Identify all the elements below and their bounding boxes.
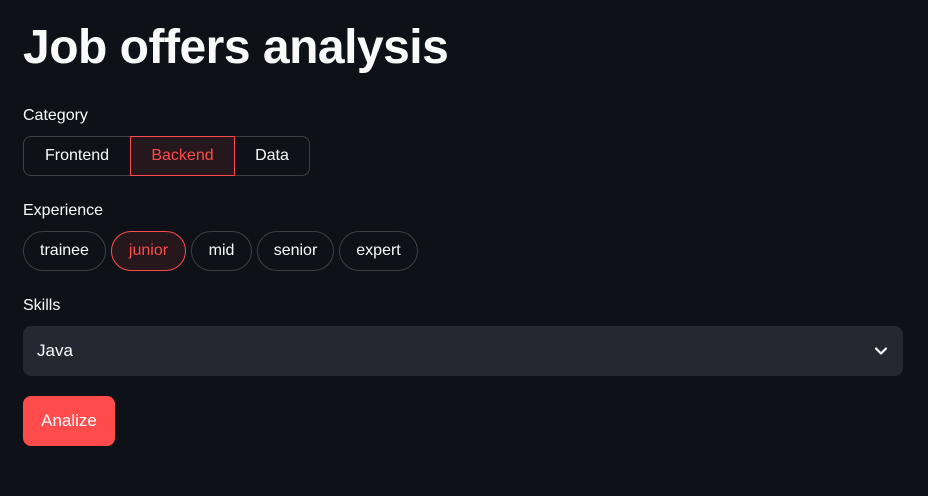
experience-pills: trainee junior mid senior expert [23,231,418,271]
experience-pill-senior[interactable]: senior [257,231,334,271]
experience-pill-junior[interactable]: junior [111,231,186,271]
experience-pill-expert[interactable]: expert [339,231,418,271]
chevron-down-icon[interactable] [873,343,889,359]
analyze-button[interactable]: Analize [23,396,115,446]
skills-select[interactable]: Java [23,326,903,376]
experience-pill-mid[interactable]: mid [191,231,252,271]
experience-label: Experience [23,202,104,219]
category-option-backend[interactable]: Backend [130,136,235,176]
category-segmented-control: Frontend Backend Data [23,136,310,176]
category-label: Category [23,107,88,124]
experience-pill-trainee[interactable]: trainee [23,231,106,271]
page-title: Job offers analysis [23,21,449,74]
skills-label: Skills [23,297,61,314]
skills-select-value: Java [37,341,73,360]
category-option-data[interactable]: Data [234,136,310,176]
category-option-frontend[interactable]: Frontend [23,136,131,176]
